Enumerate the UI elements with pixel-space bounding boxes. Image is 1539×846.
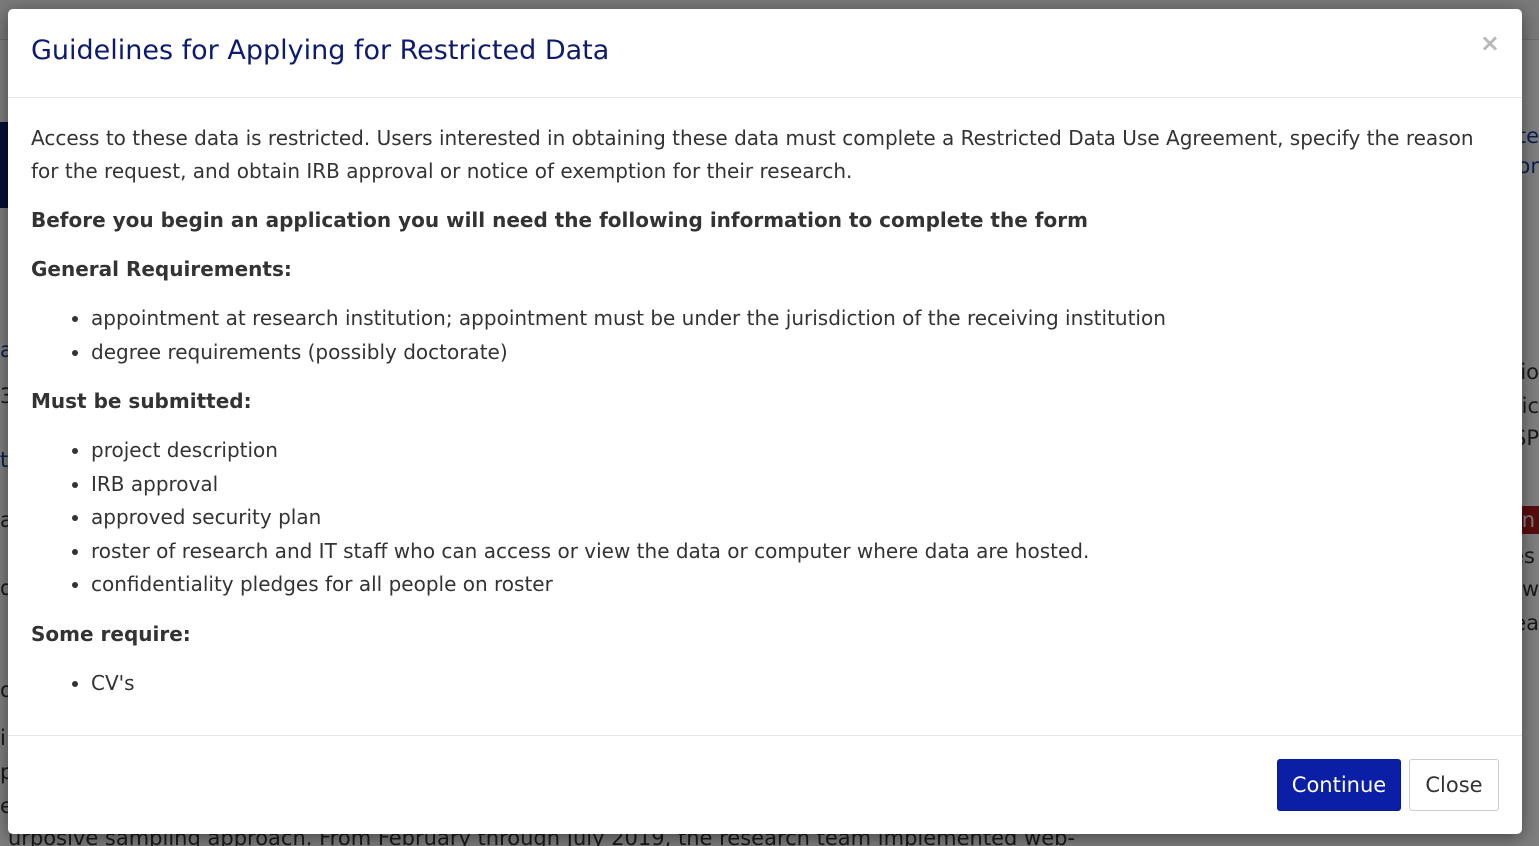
- modal-body: Access to these data is restricted. User…: [31, 122, 1491, 716]
- intro-paragraph: Access to these data is restricted. User…: [31, 126, 1474, 183]
- close-button[interactable]: Close: [1409, 759, 1499, 811]
- list-item: roster of research and IT staff who can …: [91, 535, 1491, 569]
- must-be-submitted-list: project description IRB approval approve…: [31, 434, 1491, 602]
- list-item: confidentiality pledges for all people o…: [91, 568, 1491, 602]
- list-item: degree requirements (possibly doctorate): [91, 336, 1491, 370]
- continue-button[interactable]: Continue: [1277, 759, 1401, 811]
- close-icon[interactable]: ×: [1480, 31, 1500, 55]
- list-item: appointment at research institution; app…: [91, 302, 1491, 336]
- section-heading: Some require:: [31, 621, 191, 646]
- general-requirements-list: appointment at research institution; app…: [31, 302, 1491, 369]
- lead-paragraph: Before you begin an application you will…: [31, 208, 1088, 232]
- modal-header: Guidelines for Applying for Restricted D…: [8, 9, 1522, 98]
- list-item: approved security plan: [91, 501, 1491, 535]
- modal-footer: Continue Close: [8, 735, 1522, 834]
- some-require-list: CV's: [31, 667, 1491, 701]
- modal-title: Guidelines for Applying for Restricted D…: [31, 35, 610, 66]
- list-item: IRB approval: [91, 468, 1491, 502]
- section-heading: Must be submitted:: [31, 389, 252, 413]
- section-heading: General Requirements:: [31, 257, 292, 281]
- list-item: project description: [91, 434, 1491, 468]
- list-item: CV's: [91, 667, 1491, 701]
- restricted-data-modal: Guidelines for Applying for Restricted D…: [8, 9, 1522, 834]
